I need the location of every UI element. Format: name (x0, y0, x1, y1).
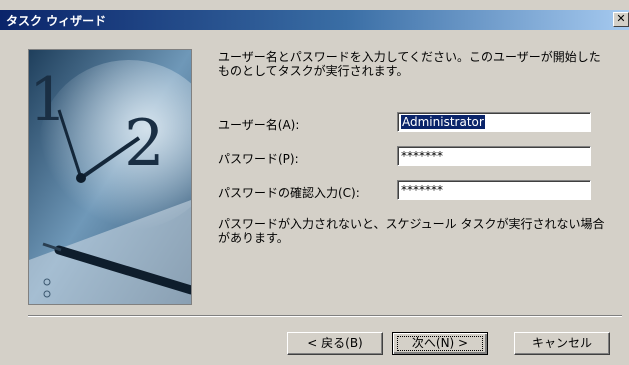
close-icon: ✕ (616, 12, 626, 25)
cancel-button[interactable]: キャンセル (514, 332, 610, 355)
svg-text:1: 1 (29, 65, 67, 135)
next-button[interactable]: 次へ(N) > (392, 332, 488, 355)
back-button-label: < 戻る(B) (307, 336, 363, 350)
cancel-button-label: キャンセル (531, 336, 592, 350)
title-bar[interactable]: タスク ウィザード ✕ (0, 10, 629, 30)
next-button-label: 次へ(N) > (411, 336, 469, 350)
instruction-text: ユーザー名とパスワードを入力してください。このユーザーが開始したものとしてタスク… (218, 50, 601, 78)
confirm-password-value: ******* (401, 183, 443, 197)
clock-pen-illustration: 1 2 (29, 50, 191, 304)
divider (28, 315, 622, 317)
window-title: タスク ウィザード (6, 14, 107, 28)
username-label: ユーザー名(A): (218, 118, 300, 132)
password-value: ******* (401, 149, 443, 163)
password-label: パスワード(P): (218, 152, 299, 166)
close-button[interactable]: ✕ (613, 12, 629, 27)
wizard-illustration: 1 2 (28, 49, 192, 305)
confirm-password-label: パスワードの確認入力(C): (218, 186, 360, 200)
username-value: Administrator (401, 115, 485, 129)
username-field[interactable]: Administrator (397, 112, 591, 132)
password-field[interactable]: ******* (397, 146, 591, 166)
task-wizard-window: タスク ウィザード ✕ 1 2 ユーザー名とパスワードを入力してください。このユ… (0, 0, 629, 365)
warning-note: パスワードが入力されないと、スケジュール タスクが実行されない場合があります。 (218, 217, 605, 245)
confirm-password-field[interactable]: ******* (397, 180, 591, 200)
back-button[interactable]: < 戻る(B) (287, 332, 383, 355)
